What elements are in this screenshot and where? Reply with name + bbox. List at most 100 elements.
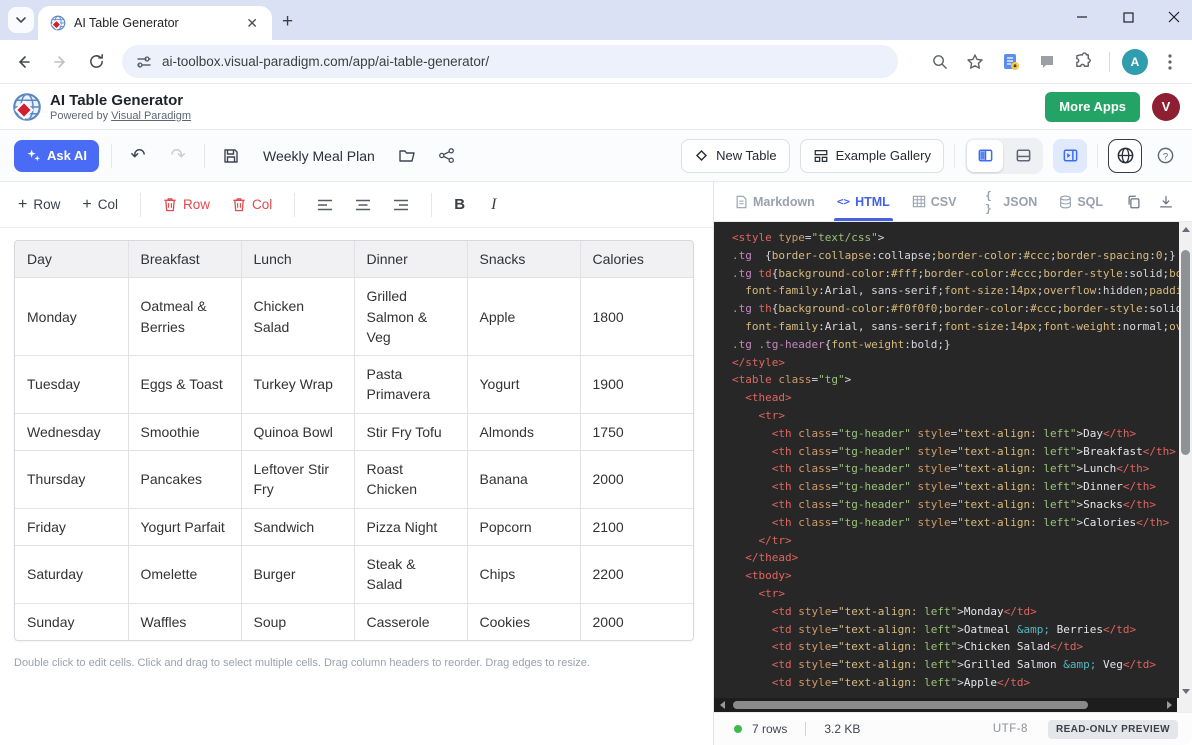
table-cell[interactable]: Monday — [15, 278, 128, 356]
site-settings-icon[interactable] — [136, 54, 152, 70]
table-cell[interactable]: 2100 — [580, 508, 693, 545]
table-cell[interactable]: Pancakes — [128, 451, 241, 509]
table-cell[interactable]: Quinoa Bowl — [241, 413, 354, 450]
back-button[interactable] — [8, 46, 40, 78]
table-cell[interactable]: Eggs & Toast — [128, 356, 241, 414]
table-cell[interactable]: 1750 — [580, 413, 693, 450]
table-cell[interactable]: Steak & Salad — [354, 545, 467, 603]
align-right-button[interactable] — [393, 198, 409, 212]
tab-close-icon[interactable]: ✕ — [242, 14, 262, 32]
table-cell[interactable]: Yogurt Parfait — [128, 508, 241, 545]
table-cell[interactable]: Saturday — [15, 545, 128, 603]
tab-search-button[interactable] — [8, 7, 34, 33]
table-cell[interactable]: Oatmeal & Berries — [128, 278, 241, 356]
share-button[interactable] — [433, 142, 461, 170]
table-cell[interactable]: Burger — [241, 545, 354, 603]
forward-button[interactable] — [44, 46, 76, 78]
add-row-button[interactable]: +Row — [18, 197, 60, 213]
table-cell[interactable]: Yogurt — [467, 356, 580, 414]
toggle-right-panel-button[interactable] — [1053, 139, 1087, 173]
table-cell[interactable]: 2000 — [580, 603, 693, 640]
undo-button[interactable]: ↶ — [124, 142, 152, 170]
table-cell[interactable]: 1900 — [580, 356, 693, 414]
open-folder-button[interactable] — [393, 142, 421, 170]
table-cell[interactable]: Cookies — [467, 603, 580, 640]
table-cell[interactable]: Pasta Primavera — [354, 356, 467, 414]
extensions-puzzle-icon[interactable] — [1069, 48, 1097, 76]
reload-button[interactable] — [80, 46, 112, 78]
language-button[interactable] — [1108, 139, 1142, 173]
visual-paradigm-link[interactable]: Visual Paradigm — [111, 110, 191, 122]
align-center-button[interactable] — [355, 198, 371, 212]
delete-col-button[interactable]: Col — [232, 197, 272, 212]
document-title[interactable]: Weekly Meal Plan — [263, 148, 375, 164]
browser-menu-icon[interactable] — [1156, 48, 1184, 76]
vscroll-track[interactable] — [1179, 236, 1192, 684]
save-button[interactable] — [217, 142, 245, 170]
table-cell[interactable]: Chicken Salad — [241, 278, 354, 356]
column-header[interactable]: Lunch — [241, 241, 354, 278]
table-cell[interactable]: Tuesday — [15, 356, 128, 414]
table-cell[interactable]: Sandwich — [241, 508, 354, 545]
download-code-button[interactable] — [1152, 188, 1180, 216]
new-table-button[interactable]: New Table — [681, 139, 789, 173]
minimize-button[interactable] — [1072, 11, 1092, 23]
hscroll-thumb[interactable] — [733, 701, 1088, 709]
scroll-right-icon[interactable] — [1161, 701, 1177, 709]
table-cell[interactable]: Waffles — [128, 603, 241, 640]
help-button[interactable]: ? — [1152, 143, 1178, 169]
url-text[interactable]: ai-toolbox.visual-paradigm.com/app/ai-ta… — [162, 54, 489, 69]
table-cell[interactable]: Smoothie — [128, 413, 241, 450]
browser-profile-avatar[interactable]: A — [1122, 49, 1148, 75]
column-header[interactable]: Dinner — [354, 241, 467, 278]
bold-button[interactable]: B — [454, 196, 465, 213]
table-cell[interactable]: Wednesday — [15, 413, 128, 450]
table-cell[interactable]: Almonds — [467, 413, 580, 450]
maximize-button[interactable] — [1118, 12, 1138, 23]
address-bar[interactable]: ai-toolbox.visual-paradigm.com/app/ai-ta… — [122, 45, 898, 78]
table-cell[interactable]: Popcorn — [467, 508, 580, 545]
tab-html[interactable]: <> HTML — [828, 182, 899, 221]
table-cell[interactable]: Casserole — [354, 603, 467, 640]
column-header[interactable]: Breakfast — [128, 241, 241, 278]
ask-ai-button[interactable]: Ask AI — [14, 140, 99, 172]
column-header[interactable]: Day — [15, 241, 128, 278]
code-horizontal-scrollbar[interactable] — [714, 698, 1192, 712]
table-cell[interactable]: Soup — [241, 603, 354, 640]
table-cell[interactable]: Grilled Salmon & Veg — [354, 278, 467, 356]
browser-tab[interactable]: AI Table Generator ✕ — [38, 6, 272, 40]
example-gallery-button[interactable]: Example Gallery — [800, 139, 944, 173]
table-cell[interactable]: Pizza Night — [354, 508, 467, 545]
table-cell[interactable]: Sunday — [15, 603, 128, 640]
tab-csv[interactable]: CSV — [903, 182, 966, 221]
table-cell[interactable]: Thursday — [15, 451, 128, 509]
align-left-button[interactable] — [317, 198, 333, 212]
scroll-down-icon[interactable] — [1179, 684, 1192, 698]
delete-row-button[interactable]: Row — [163, 197, 210, 212]
tab-sql[interactable]: SQL — [1050, 182, 1112, 221]
user-avatar[interactable]: V — [1152, 93, 1180, 121]
tab-markdown[interactable]: Markdown — [726, 182, 824, 221]
italic-button[interactable]: I — [487, 196, 500, 214]
split-vertical-toggle[interactable] — [967, 140, 1003, 172]
column-header[interactable]: Calories — [580, 241, 693, 278]
close-window-button[interactable] — [1164, 11, 1184, 23]
table-cell[interactable]: Omelette — [128, 545, 241, 603]
table-cell[interactable]: Apple — [467, 278, 580, 356]
table-cell[interactable]: Stir Fry Tofu — [354, 413, 467, 450]
tab-json[interactable]: { } JSON — [969, 182, 1046, 221]
bookmark-star-icon[interactable] — [961, 48, 989, 76]
table-cell[interactable]: Friday — [15, 508, 128, 545]
table-cell[interactable]: Turkey Wrap — [241, 356, 354, 414]
new-tab-button[interactable]: + — [282, 12, 293, 31]
table-cell[interactable]: Roast Chicken — [354, 451, 467, 509]
redo-button[interactable]: ↷ — [164, 142, 192, 170]
split-horizontal-toggle[interactable] — [1005, 140, 1041, 172]
vscroll-thumb[interactable] — [1181, 250, 1190, 455]
extension-doc-icon[interactable] — [997, 48, 1025, 76]
table-cell[interactable]: 2200 — [580, 545, 693, 603]
code-vertical-scrollbar[interactable] — [1179, 222, 1192, 698]
table-cell[interactable]: 1800 — [580, 278, 693, 356]
add-col-button[interactable]: +Col — [82, 197, 118, 213]
table-cell[interactable]: Banana — [467, 451, 580, 509]
